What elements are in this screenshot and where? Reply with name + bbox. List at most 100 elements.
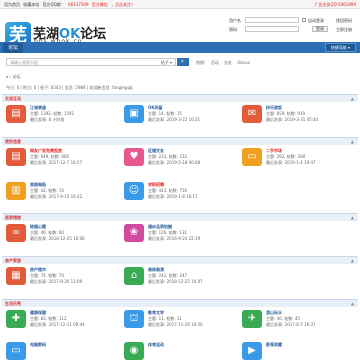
forum-icon[interactable]: ▤ [6, 148, 26, 166]
collapse-icon[interactable]: ▲ [351, 96, 354, 101]
forum-item[interactable]: ✈ 游山玩水 主题: 40, 帖数: 45 最后发表: 2017-6-7 16:37 [242, 308, 352, 330]
wechat-link[interactable]: 官方微信 [92, 2, 108, 7]
forum-last-post[interactable]: 最后发表: 2017-9-20 11:09 [30, 279, 82, 285]
forum-item[interactable]: ⛫ 教育文学 主题: 11, 帖数: 11 最后发表: 2017-11-26 10:5… [124, 308, 234, 330]
section-header[interactable]: 交流互动 ▲ [2, 94, 358, 102]
username-input[interactable] [245, 17, 299, 23]
hot-item[interactable]: discuz [237, 60, 250, 65]
forum-last-post[interactable]: 最后发表: 2019-1-8 16:17 [148, 194, 198, 200]
forum-last-post[interactable]: 最后发表: 2019-3-22 10:31 [148, 117, 200, 123]
forum-name[interactable]: 体育运动 [148, 342, 164, 348]
forum-last-post[interactable]: 最后发表: 2016-9-24 22:19 [148, 236, 200, 242]
forum-item[interactable]: ◉ 体育运动 [124, 340, 234, 360]
section-title: 便民信息 [5, 139, 21, 144]
section-header[interactable]: 医家惜缘 ▲ [2, 213, 358, 221]
forum-icon[interactable]: ▭ [242, 148, 262, 166]
forum-last-post[interactable]: 最后发表: 2018-12-25 16:07 [148, 279, 203, 285]
collapse-icon[interactable]: ▲ [351, 215, 354, 220]
forum-item[interactable]: ▤ 江城茶座 主题: 1392, 帖数: 1591 最后发表: 8 小时前 [6, 103, 116, 125]
forum-icon[interactable]: ▶ [242, 342, 262, 360]
forum-item[interactable]: ▶ 影视收藏 [242, 340, 352, 360]
forum-last-post[interactable]: 最后发表: 2019-5-18 00:08 [148, 160, 200, 166]
forum-icon[interactable]: ▣ [124, 105, 144, 123]
forum-item[interactable]: ✉ 拼天就饭 主题: 859, 帖数: 919 最后发表: 2019-3-31 05:… [242, 103, 352, 125]
forum-item[interactable]: ♥ 征婚交友 主题: 222, 帖数: 232 最后发表: 2019-5-18 00:… [124, 146, 234, 168]
tab-forum[interactable]: 论坛 [3, 43, 24, 53]
follow-text: ，点击关注！ [111, 2, 136, 7]
register-link[interactable]: 立即注册 [336, 27, 352, 33]
section-title: 生活乐秀 [5, 301, 21, 306]
set-homepage-link[interactable]: 设为首页 [4, 2, 20, 7]
forum-stats: 今日: 0 | 昨日: 0 | 帖子: 6343 | 会员: 2984 | 欢迎… [6, 85, 133, 90]
forum-item[interactable]: ❀ 婚纱品质拍摄 主题: 126, 帖数: 131 最后发表: 2016-9-24 2… [124, 222, 234, 244]
forum-icon[interactable]: ▥ [6, 182, 26, 200]
forum-icon[interactable]: ∞ [6, 224, 26, 242]
search-button[interactable]: 🔍 [177, 58, 189, 66]
search-input[interactable]: 请输入搜索内容 帖子 ▾ [6, 58, 176, 66]
forgot-password-link[interactable]: 找回密码 [336, 18, 352, 24]
login-button[interactable]: 登录 [312, 26, 328, 32]
forum-icon[interactable]: ▦ [6, 267, 26, 285]
forum-last-post[interactable]: 最后发表: 2019-1-4 19:47 [266, 160, 316, 166]
forum-last-post[interactable]: 最后发表: 2017-12-11 09:44 [30, 322, 85, 328]
forum-icon[interactable]: ⛫ [124, 310, 144, 328]
collapse-icon[interactable]: ▲ [351, 258, 354, 263]
forum-item[interactable]: ∞ 结婚心题 主题: 46, 帖数: 60 最后发表: 2018-12-25 16:0… [6, 222, 116, 244]
forum-icon[interactable]: ♥ [124, 148, 144, 166]
forum-item[interactable]: ▦ 房产楼市 主题: 74, 帖数: 74 最后发表: 2017-9-20 11:09 [6, 265, 116, 287]
forum-item[interactable]: ☺ 求职招聘 主题: 443, 帖数: 756 最后发表: 2019-1-8 16:1… [124, 180, 234, 202]
forum-item[interactable]: ✚ 健康保健 主题: 83, 帖数: 112 最后发表: 2017-12-11 09:… [6, 308, 116, 330]
search-mode-select[interactable]: 帖子 ▾ [161, 60, 172, 66]
hot-label: 热搜: [196, 60, 206, 65]
forum-icon[interactable]: ✈ [242, 310, 262, 328]
quick-nav-button[interactable]: 快捷导航 ▾ [324, 43, 356, 52]
forum-name[interactable]: 影视收藏 [266, 342, 282, 348]
top-bar: 设为首页 收藏本站 官方QQ群： 66137399 官方微信 ，点击关注！ 广告… [0, 0, 360, 9]
section-header[interactable]: 生活乐秀 ▲ [2, 299, 358, 307]
username-label: 用户名 [229, 18, 241, 23]
forum-name[interactable]: 电脑数码 [30, 342, 46, 348]
forum-last-post[interactable]: 最后发表: 2017-6-7 16:37 [266, 322, 316, 328]
forum-item[interactable]: ▣ OK间留 主题: 14, 帖数: 15 最后发表: 2019-3-22 10:31 [124, 103, 234, 125]
forum-icon[interactable]: ✚ [6, 310, 26, 328]
header: 芜 芜湖OK论坛 bbs.whok.cn 用户名 自动登录 找回密码 密码 登录… [0, 9, 360, 48]
forum-item[interactable]: ▥ 美图每贴 主题: 42, 帖数: 74 最后发表: 2017-9-15 16:42 [6, 180, 116, 202]
hot-item[interactable]: 交友 [224, 60, 232, 65]
forum-last-post[interactable]: 最后发表: 2019-3-31 05:44 [266, 117, 318, 123]
forum-item[interactable]: ▤ 网友广告免费投放 主题: 649, 帖数: 665 最后发表: 2017-12-7… [6, 146, 116, 168]
forum-last-post[interactable]: 最后发表: 2018-12-25 16:06 [30, 236, 85, 242]
forum-last-post[interactable]: 最后发表: 2017-9-15 16:42 [30, 194, 82, 200]
ad-contact: 广告业务QQ:5061899 [314, 2, 356, 7]
section-header[interactable]: 便民信息 ▲ [2, 137, 358, 145]
forum-icon[interactable]: ▤ [6, 105, 26, 123]
collapse-icon[interactable]: ▲ [351, 301, 354, 306]
forum-icon[interactable]: ⌂ [124, 267, 144, 285]
forum-icon[interactable]: ❀ [124, 224, 144, 242]
qq-group-label: 官方QQ群： [42, 2, 65, 7]
bookmark-link[interactable]: 收藏本站 [23, 2, 39, 7]
qq-group-number[interactable]: 66137399 [68, 2, 88, 7]
forum-last-post[interactable]: 最后发表: 2017-11-26 10:56 [148, 322, 203, 328]
section-title: 交流互动 [5, 96, 21, 101]
password-label: 密码 [229, 27, 237, 32]
forum-icon[interactable]: ✉ [242, 105, 262, 123]
autologin-label: 自动登录 [308, 18, 324, 23]
hot-searches: 热搜: 活动 交友 discuz [196, 60, 254, 66]
search-placeholder: 请输入搜索内容 [10, 60, 38, 65]
collapse-icon[interactable]: ▲ [351, 139, 354, 144]
forum-last-post[interactable]: 最后发表: 2017-12-7 16:57 [30, 160, 82, 166]
hot-item[interactable]: 活动 [211, 60, 219, 65]
section-header[interactable]: 房产家居 ▲ [2, 256, 358, 264]
forum-item[interactable]: ▭ 二手市场 主题: 292, 帖数: 308 最后发表: 2019-1-4 19:4… [242, 146, 352, 168]
forum-item[interactable]: ▭ 电脑数码 [6, 340, 116, 360]
password-input[interactable] [245, 26, 299, 32]
forum-icon[interactable]: ▭ [6, 342, 26, 360]
breadcrumb[interactable]: ⌂ › 论坛 [6, 74, 21, 80]
forum-last-post[interactable]: 最后发表: 8 小时前 [30, 117, 64, 123]
section-title: 房产家居 [5, 258, 21, 263]
top-links: 设为首页 收藏本站 官方QQ群： 66137399 官方微信 ，点击关注！ [4, 2, 137, 8]
forum-icon[interactable]: ☺ [124, 182, 144, 200]
autologin-checkbox[interactable] [302, 18, 306, 22]
forum-icon[interactable]: ◉ [124, 342, 144, 360]
forum-item[interactable]: ⌂ 装修装潢 主题: 242, 帖数: 247 最后发表: 2018-12-25 16… [124, 265, 234, 287]
